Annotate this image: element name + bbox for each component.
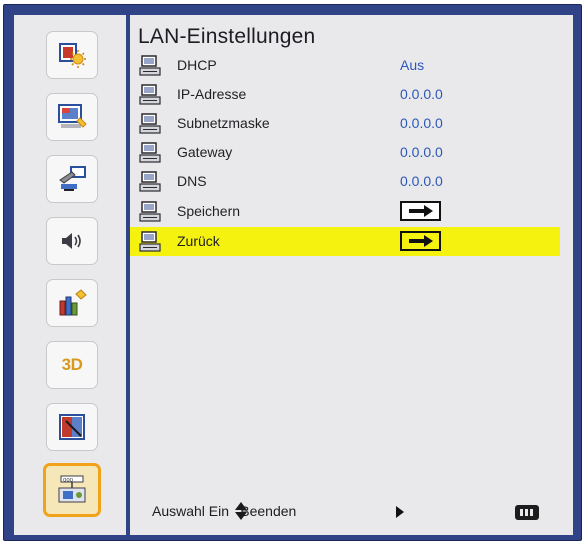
sidebar-item-interactive[interactable] [46,403,98,451]
options-icon [59,289,87,316]
sidebar-item-display[interactable] [46,93,98,141]
menu-row-gateway[interactable]: Gateway 0.0.0.0 [130,138,560,167]
dhcp-value: Aus [400,57,425,73]
audio-icon [62,233,81,249]
back-enter-button[interactable] [400,231,441,251]
network-computer-icon [139,231,161,252]
ip-address-value: 0.0.0.0 [400,86,443,102]
network-computer-icon [139,113,161,134]
menu-row-dns[interactable]: DNS 0.0.0.0 [130,167,560,196]
menu-row-back[interactable]: Zurück [130,227,560,256]
menu-key-icon [515,505,539,520]
setup-settings-icon [59,166,86,191]
sidebar-item-3d[interactable]: 3D [46,341,98,389]
osd-window-frame: 3D ooo LAN-Einstellungen DHCP Aus IP-Adr… [3,4,582,541]
enter-arrow-icon [408,235,433,247]
interactive-icon [59,414,85,440]
dns-label: DNS [177,173,207,189]
subnet-mask-value: 0.0.0.0 [400,115,443,131]
network-computer-icon [139,142,161,163]
menu-row-save[interactable]: Speichern [130,197,560,226]
sidebar-item-options[interactable] [46,279,98,327]
dhcp-label: DHCP [177,57,217,73]
enter-arrow-icon [408,205,433,217]
menu-row-ip-address[interactable]: IP-Adresse 0.0.0.0 [130,80,560,109]
footer-hint: Auswahl Ein Beenden [152,503,297,519]
network-computer-icon [139,171,161,192]
display-settings-icon [58,104,87,128]
image-settings-icon [59,43,86,68]
lan-icon: ooo [58,475,86,503]
sidebar-item-lan[interactable]: ooo [43,463,101,517]
back-label: Zurück [177,233,220,249]
sidebar-item-audio[interactable] [46,217,98,265]
save-label: Speichern [177,203,241,219]
network-computer-icon [139,201,161,222]
ip-address-label: IP-Adresse [177,86,247,102]
up-down-arrows-icon [235,502,247,520]
3d-icon: 3D [61,355,83,374]
gateway-label: Gateway [177,144,233,160]
menu-row-dhcp[interactable]: DHCP Aus [130,51,560,80]
page-title: LAN-Einstellungen [138,25,316,48]
subnet-mask-label: Subnetzmaske [177,115,270,131]
sidebar-item-setup[interactable] [46,155,98,203]
main-panel: LAN-Einstellungen DHCP Aus IP-Adresse 0.… [130,15,573,535]
menu-row-subnet-mask[interactable]: Subnetzmaske 0.0.0.0 [130,109,560,138]
gateway-value: 0.0.0.0 [400,144,443,160]
network-computer-icon [139,55,161,76]
sidebar: 3D ooo [14,15,126,535]
dns-value: 0.0.0.0 [400,173,443,189]
sidebar-item-image[interactable] [46,31,98,79]
enter-key-icon [396,506,404,518]
save-enter-button[interactable] [400,201,441,221]
network-computer-icon [139,84,161,105]
